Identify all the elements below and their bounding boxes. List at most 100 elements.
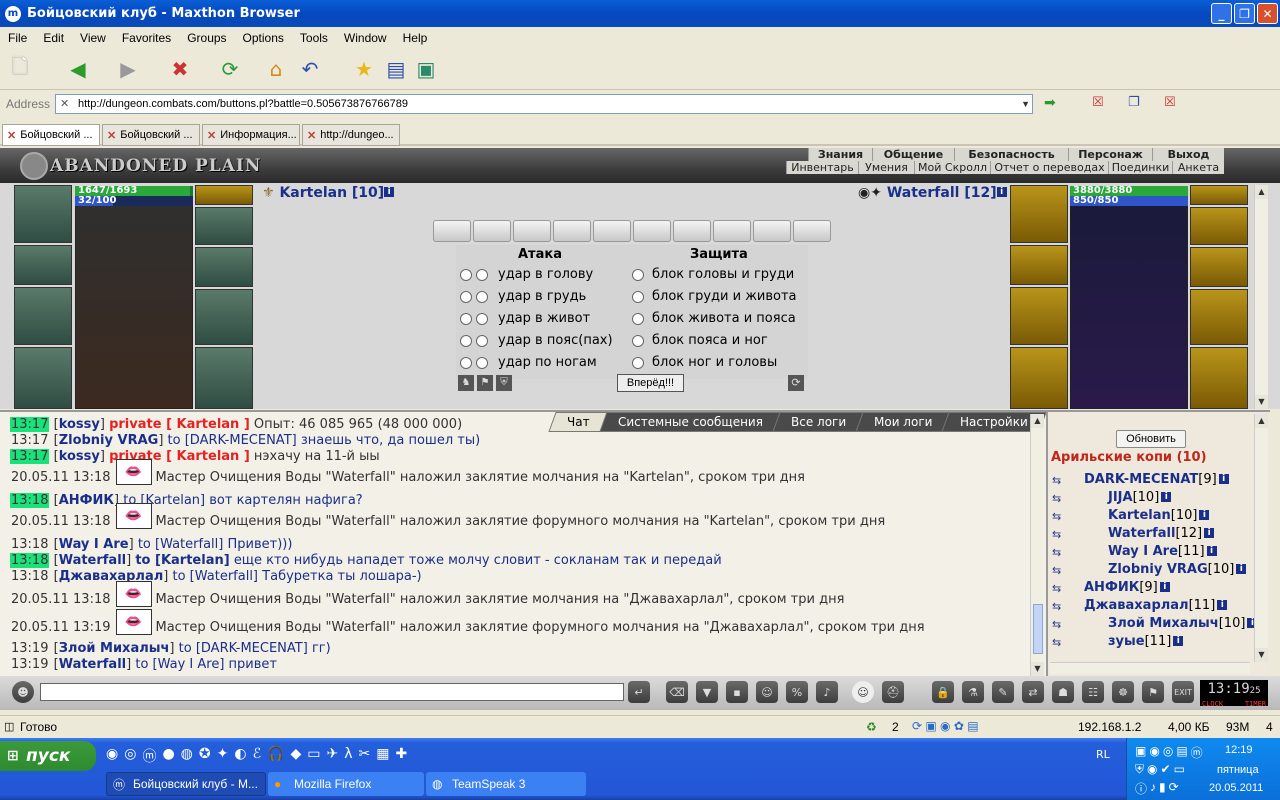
status-recycle-icon[interactable]: ♻ bbox=[866, 720, 877, 734]
menu-window[interactable]: Window bbox=[336, 31, 395, 45]
boots-slot[interactable] bbox=[195, 347, 253, 409]
enemy-gloves-slot[interactable] bbox=[1010, 245, 1068, 285]
message-nick[interactable]: Zlobniy VRAG bbox=[59, 433, 159, 448]
room-player[interactable]: DARK-MECENAT[9] i bbox=[1084, 472, 1229, 487]
room-player[interactable]: Zlobniy VRAG[10] i bbox=[1108, 562, 1247, 577]
enemy-ring-slot[interactable] bbox=[1190, 185, 1248, 205]
defense-radio[interactable] bbox=[632, 290, 644, 303]
ql-firefox-icon[interactable]: ● bbox=[162, 746, 174, 766]
scroll-slot[interactable] bbox=[553, 220, 591, 242]
menu-options[interactable]: Options bbox=[235, 31, 292, 45]
private-message-icon[interactable]: ⇆ bbox=[1052, 546, 1072, 559]
room-player[interactable]: Джавахарлал[11] i bbox=[1084, 598, 1228, 613]
attack-radio[interactable] bbox=[460, 356, 472, 369]
tray-check-icon[interactable]: ✔ bbox=[1161, 762, 1171, 777]
tab-all-logs[interactable]: Все логи bbox=[771, 412, 865, 432]
nav-fights[interactable]: Поединки bbox=[1108, 161, 1172, 174]
minimize-button[interactable]: _ bbox=[1211, 3, 1232, 24]
private-tag[interactable]: private [ Kartelan ] bbox=[109, 417, 250, 432]
timer-label[interactable]: TIMER bbox=[1245, 700, 1266, 708]
message-time[interactable]: 20.05.11 13:18 bbox=[10, 470, 112, 485]
helmet-slot[interactable] bbox=[14, 185, 72, 243]
menu-favorites[interactable]: Favorites bbox=[114, 31, 179, 45]
private-message-icon[interactable]: ⇆ bbox=[1052, 600, 1072, 613]
player-info-icon[interactable]: i bbox=[1218, 474, 1229, 484]
refresh-icon[interactable]: ⟳ bbox=[216, 55, 244, 83]
recipient-tag[interactable]: to [Waterfall] bbox=[138, 537, 224, 552]
amulet-slot[interactable] bbox=[195, 207, 253, 245]
ql-green-icon[interactable]: ◉ bbox=[106, 746, 118, 766]
player-info-icon[interactable]: i bbox=[1173, 636, 1184, 646]
enemy-info-icon[interactable]: i bbox=[996, 187, 1007, 197]
message-time[interactable]: 20.05.11 13:18 bbox=[10, 592, 112, 607]
recipient-tag[interactable]: to [Kartelan] bbox=[135, 553, 229, 568]
ql-app6-icon[interactable]: ✈ bbox=[327, 746, 339, 766]
room-player[interactable]: Way I Are[11] i bbox=[1108, 544, 1217, 559]
scroll-up-icon[interactable]: ▲ bbox=[1255, 185, 1268, 199]
player-portrait[interactable] bbox=[75, 203, 193, 409]
defense-row-3[interactable]: блок живота и пояса bbox=[632, 311, 796, 326]
player-info-icon[interactable]: i bbox=[1236, 564, 1247, 574]
maximize-button[interactable]: ❐ bbox=[1234, 3, 1255, 24]
message-time[interactable]: 13:17 bbox=[10, 433, 49, 448]
task-maxthon[interactable]: ⓜ Бойцовский клуб - M... bbox=[106, 772, 266, 796]
group-icon[interactable]: ☸ bbox=[1112, 681, 1134, 703]
message-time[interactable]: 20.05.11 13:19 bbox=[10, 620, 112, 635]
task-firefox[interactable]: ● Mozilla Firefox bbox=[268, 772, 424, 796]
refresh-room-button[interactable]: Обновить bbox=[1116, 430, 1186, 448]
player-name-label[interactable]: ⚜ Kartelan [10] i bbox=[262, 185, 395, 201]
message-time[interactable]: 13:18 bbox=[10, 537, 49, 552]
attack-row-head[interactable]: удар в голову bbox=[460, 267, 593, 282]
player-info-icon[interactable]: i bbox=[1206, 546, 1217, 556]
restore-icon[interactable]: ❐ bbox=[1128, 95, 1140, 110]
tray-app-icon[interactable]: ◉ bbox=[1149, 744, 1159, 761]
forward-button[interactable]: Вперёд!!! bbox=[617, 374, 684, 392]
room-scrollbar[interactable]: ▲ ▼ bbox=[1254, 414, 1268, 662]
tab-2[interactable]: ✕ Бойцовский ... bbox=[102, 124, 200, 146]
room-player[interactable]: JIJA[10] i bbox=[1108, 490, 1172, 505]
menu-file[interactable]: File bbox=[0, 31, 35, 45]
send-icon[interactable]: ↵ bbox=[628, 681, 650, 703]
message-time[interactable]: 20.05.11 13:18 bbox=[10, 514, 112, 529]
tray-network-icon[interactable]: ▣ bbox=[1135, 744, 1146, 761]
lock-icon[interactable]: 🔒 bbox=[932, 681, 954, 703]
attack-radio[interactable] bbox=[476, 268, 488, 281]
attack-radio[interactable] bbox=[460, 268, 472, 281]
scroll-down-icon[interactable]: ▼ bbox=[1255, 395, 1268, 409]
room-hscrollbar[interactable] bbox=[1050, 662, 1250, 674]
ql-app8-icon[interactable]: ✚ bbox=[396, 746, 408, 766]
nav-knowledge[interactable]: Знания bbox=[808, 148, 872, 161]
tab-close-icon[interactable]: ✕ bbox=[307, 129, 316, 142]
tray-info-icon[interactable]: ⓘ bbox=[1135, 780, 1147, 797]
defense-row-2[interactable]: блок груди и живота bbox=[632, 289, 797, 304]
player-info-icon[interactable]: i bbox=[1161, 492, 1172, 502]
scroll-slot[interactable] bbox=[513, 220, 551, 242]
attack-radio[interactable] bbox=[460, 334, 472, 347]
private-message-icon[interactable]: ⇆ bbox=[1052, 474, 1072, 487]
ql-headset-icon[interactable]: 🎧 bbox=[267, 746, 284, 766]
weapon-slot[interactable] bbox=[14, 287, 72, 345]
player-info-icon[interactable]: i bbox=[384, 187, 395, 197]
chat-input[interactable] bbox=[40, 683, 624, 701]
scroll-slot[interactable] bbox=[753, 220, 791, 242]
player-info-icon[interactable]: i bbox=[1199, 510, 1210, 520]
smile-icon[interactable]: ☺ bbox=[852, 681, 874, 703]
scroll-thumb[interactable] bbox=[1033, 604, 1043, 654]
message-time[interactable]: 13:17 bbox=[10, 417, 50, 432]
ql-app-icon[interactable]: ✪ bbox=[199, 746, 211, 766]
shield-icon[interactable]: ⛨ bbox=[496, 375, 512, 391]
clear-icon[interactable]: ⌫ bbox=[666, 681, 688, 703]
tab-close-icon[interactable]: ✕ bbox=[107, 129, 116, 142]
scroll-up-icon[interactable]: ▲ bbox=[1255, 414, 1268, 428]
language-indicator[interactable]: RL bbox=[1096, 748, 1110, 761]
tray-sync-icon[interactable]: ⟳ bbox=[1169, 780, 1179, 797]
ql-app5-icon[interactable]: ◆ bbox=[290, 746, 301, 766]
private-message-icon[interactable]: ⇆ bbox=[1052, 564, 1072, 577]
smiles-icon[interactable]: ☻ bbox=[12, 681, 34, 703]
helmet-icon[interactable]: ⛑ bbox=[882, 681, 904, 703]
attack-radio[interactable] bbox=[460, 290, 472, 303]
address-input[interactable]: ✕ http://dungeon.combats.com/buttons.pl?… bbox=[55, 94, 1033, 114]
private-message-icon[interactable]: ⇆ bbox=[1052, 528, 1072, 541]
enemy-weapon-slot[interactable] bbox=[1010, 287, 1068, 345]
nav-exit[interactable]: Выход bbox=[1152, 148, 1224, 161]
